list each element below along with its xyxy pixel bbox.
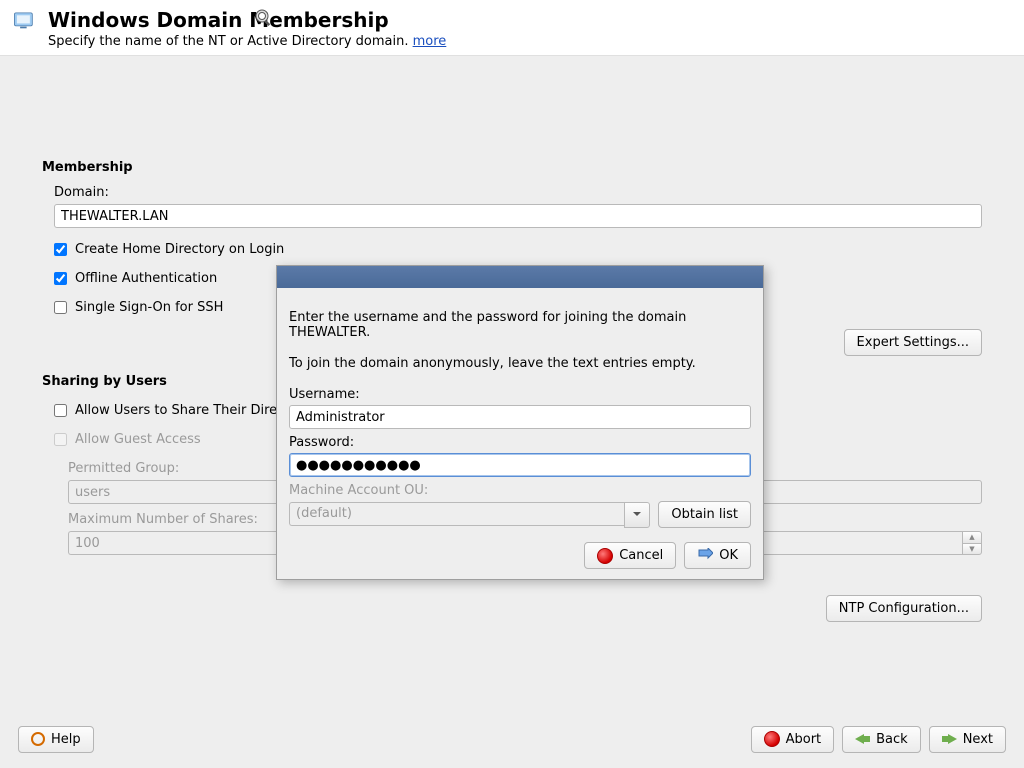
- domain-label: Domain:: [54, 185, 982, 200]
- join-domain-dialog: Enter the username and the password for …: [276, 265, 764, 580]
- expert-settings-button[interactable]: Expert Settings...: [844, 329, 982, 356]
- sso-ssh-label: Single Sign-On for SSH: [75, 300, 223, 315]
- password-input[interactable]: [289, 453, 751, 477]
- domain-icon: [12, 8, 38, 38]
- cancel-button[interactable]: Cancel: [584, 542, 676, 569]
- back-button[interactable]: Back: [842, 726, 921, 753]
- membership-heading: Membership: [42, 160, 982, 175]
- machine-ou-input: [289, 502, 624, 526]
- footer-bar: Help Abort Back Next: [0, 710, 1024, 768]
- arrow-left-icon: [855, 734, 870, 744]
- allow-guest-label: Allow Guest Access: [75, 432, 201, 447]
- ok-button[interactable]: OK: [684, 542, 751, 569]
- chevron-down-icon[interactable]: [624, 502, 650, 528]
- dialog-text-2: To join the domain anonymously, leave th…: [289, 356, 751, 371]
- allow-share-label: Allow Users to Share Their Dire: [75, 403, 277, 418]
- allow-guest-checkbox: [54, 433, 67, 446]
- page-header: Windows Domain Membership Specify the na…: [0, 0, 1024, 56]
- arrow-right-icon: [942, 734, 957, 744]
- cancel-icon: [597, 548, 613, 564]
- spinner-up-icon: ▲: [962, 531, 982, 543]
- offline-auth-label: Offline Authentication: [75, 271, 217, 286]
- sso-ssh-checkbox[interactable]: [54, 301, 67, 314]
- password-label: Password:: [289, 435, 751, 450]
- page-title: Windows Domain Membership: [48, 8, 1012, 32]
- dialog-titlebar[interactable]: [277, 266, 763, 288]
- help-button[interactable]: Help: [18, 726, 94, 753]
- username-input[interactable]: [289, 405, 751, 429]
- ntp-config-button[interactable]: NTP Configuration...: [826, 595, 982, 622]
- machine-ou-combo: [289, 502, 650, 528]
- obtain-list-button[interactable]: Obtain list: [658, 501, 751, 528]
- domain-input[interactable]: [54, 204, 982, 228]
- abort-button[interactable]: Abort: [751, 726, 835, 753]
- create-home-checkbox[interactable]: [54, 243, 67, 256]
- spinner-down-icon: ▼: [962, 543, 982, 556]
- ok-arrow-icon: [697, 548, 713, 564]
- machine-ou-label: Machine Account OU:: [289, 483, 751, 498]
- page-subtitle: Specify the name of the NT or Active Dir…: [48, 34, 1012, 49]
- cursor-artifact-icon: [254, 8, 274, 32]
- next-button[interactable]: Next: [929, 726, 1006, 753]
- username-label: Username:: [289, 387, 751, 402]
- allow-share-checkbox[interactable]: [54, 404, 67, 417]
- more-link[interactable]: more: [413, 34, 447, 49]
- offline-auth-checkbox[interactable]: [54, 272, 67, 285]
- stop-icon: [764, 731, 780, 747]
- dialog-text-1: Enter the username and the password for …: [289, 310, 751, 340]
- create-home-label: Create Home Directory on Login: [75, 242, 284, 257]
- help-icon: [31, 732, 45, 746]
